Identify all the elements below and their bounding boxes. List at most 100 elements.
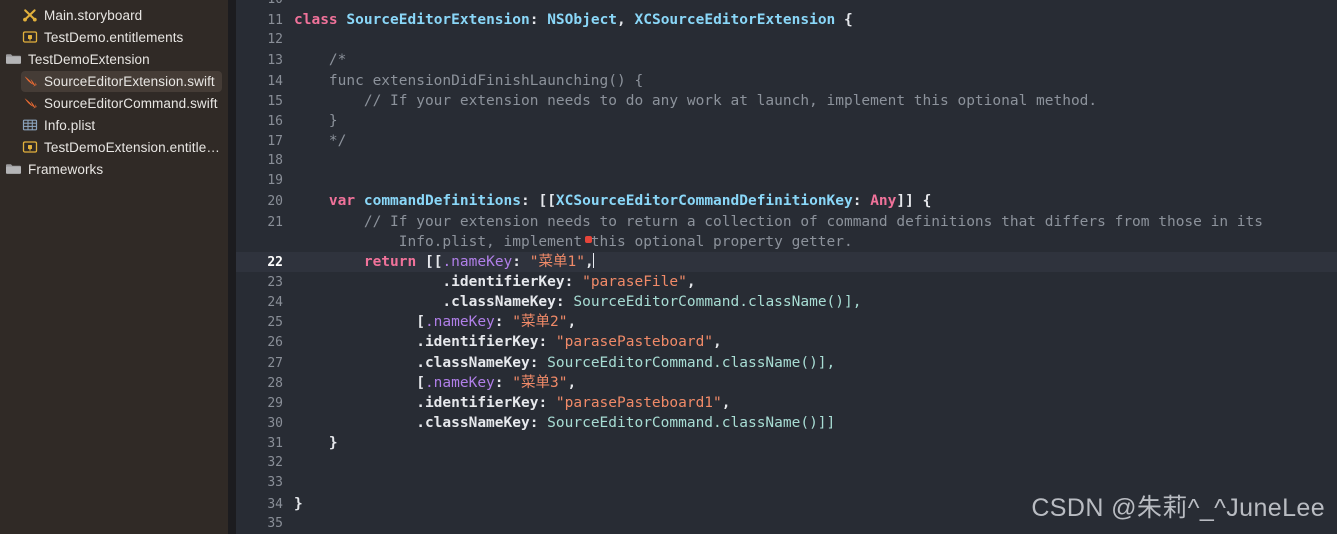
code-line[interactable]: 11 class SourceEditorExtension: NSObject,…: [236, 10, 1337, 30]
code-line[interactable]: 32: [236, 453, 1337, 473]
sidebar-item-frameworks[interactable]: Frameworks: [0, 158, 228, 180]
line-number[interactable]: 22: [236, 253, 292, 273]
line-number[interactable]: 15: [236, 92, 292, 112]
code-token: SourceEditorCommand: [547, 354, 714, 371]
source-editor[interactable]: 1011class SourceEditorExtension: NSObjec…: [236, 0, 1337, 534]
code-token: NSObject: [547, 12, 618, 29]
code-text[interactable]: .identifierKey: "parasePasteboard",: [292, 332, 1337, 352]
sidebar-item-testdemoextension[interactable]: TestDemoExtension: [0, 48, 228, 70]
sidebar-editor-divider[interactable]: [228, 0, 236, 534]
code-text[interactable]: /*: [292, 50, 1337, 70]
code-token: ,: [721, 394, 731, 411]
code-line[interactable]: 10: [236, 0, 1337, 10]
code-line[interactable]: 31 }: [236, 433, 1337, 453]
sidebar-item-sourceeditorextension-swift[interactable]: SourceEditorExtension.swift: [0, 70, 228, 92]
code-line[interactable]: 23 .identifierKey: "paraseFile",: [236, 272, 1337, 292]
code-token: ,: [567, 374, 577, 391]
code-token: :: [512, 253, 530, 270]
code-token: .className()]]: [713, 414, 836, 431]
line-number[interactable]: 11: [236, 11, 292, 31]
code-text[interactable]: .identifierKey: "paraseFile",: [292, 272, 1337, 292]
line-number[interactable]: 29: [236, 394, 292, 414]
line-number[interactable]: 26: [236, 333, 292, 353]
line-number[interactable]: 14: [236, 72, 292, 92]
code-text[interactable]: Info.plist, implement this optional prop…: [292, 232, 1337, 252]
code-line[interactable]: 18: [236, 151, 1337, 171]
project-navigator[interactable]: Main.storyboard TestDemo.entitlements Test…: [0, 0, 228, 534]
code-text[interactable]: }: [292, 433, 1337, 453]
line-number[interactable]: 20: [236, 192, 292, 212]
code-text[interactable]: func extensionDidFinishLaunching() {: [292, 71, 1337, 91]
code-token: ,: [617, 12, 635, 29]
code-text[interactable]: .classNameKey: SourceEditorCommand.class…: [292, 353, 1337, 373]
code-token: "paraseFile": [582, 273, 687, 290]
code-text[interactable]: .identifierKey: "parasePasteboard1",: [292, 393, 1337, 413]
code-line[interactable]: 25 [.nameKey: "菜单2",: [236, 312, 1337, 332]
line-number[interactable]: 34: [236, 495, 292, 515]
text-cursor: [592, 252, 594, 268]
code-text[interactable]: var commandDefinitions: [[XCSourceEditor…: [292, 191, 1337, 211]
code-token: "菜单3": [512, 374, 568, 391]
line-number[interactable]: 28: [236, 374, 292, 394]
sidebar-item-content: TestDemoExtension: [5, 49, 222, 70]
line-number[interactable]: 23: [236, 273, 292, 293]
code-line[interactable]: 21 // If your extension needs to return …: [236, 212, 1337, 232]
code-line[interactable]: 24 .classNameKey: SourceEditorCommand.cl…: [236, 292, 1337, 312]
line-number[interactable]: 17: [236, 132, 292, 152]
code-line[interactable]: 16 }: [236, 111, 1337, 131]
error-marker-icon[interactable]: [585, 236, 592, 243]
code-token: .className()],: [713, 354, 836, 371]
code-token: .nameKey: [424, 314, 495, 331]
line-number[interactable]: 24: [236, 293, 292, 313]
code-text[interactable]: return [[.nameKey: "菜单1",: [292, 252, 1337, 272]
line-number[interactable]: 30: [236, 414, 292, 434]
sidebar-item-info-plist[interactable]: Info.plist: [0, 114, 228, 136]
code-lines[interactable]: 1011class SourceEditorExtension: NSObjec…: [236, 0, 1337, 534]
code-text[interactable]: }: [292, 111, 1337, 131]
line-number[interactable]: 13: [236, 51, 292, 71]
code-line[interactable]: 22 return [[.nameKey: "菜单1",: [236, 251, 1337, 273]
code-line[interactable]: 14 func extensionDidFinishLaunching() {: [236, 71, 1337, 91]
code-text[interactable]: [.nameKey: "菜单2",: [292, 312, 1337, 332]
code-token: var: [328, 193, 356, 210]
code-line[interactable]: 29 .identifierKey: "parasePasteboard1",: [236, 393, 1337, 413]
line-number[interactable]: 25: [236, 313, 292, 333]
line-number[interactable]: 18: [236, 151, 292, 171]
code-line[interactable]: 28 [.nameKey: "菜单3",: [236, 373, 1337, 393]
code-line[interactable]: 19: [236, 171, 1337, 191]
sidebar-item-testdemo-entitlements[interactable]: TestDemo.entitlements: [0, 26, 228, 48]
code-text[interactable]: .classNameKey: SourceEditorCommand.class…: [292, 413, 1337, 433]
code-line[interactable]: 13 /*: [236, 50, 1337, 70]
code-token: ,: [686, 273, 696, 290]
line-number[interactable]: 33: [236, 473, 292, 493]
code-line[interactable]: 30 .classNameKey: SourceEditorCommand.cl…: [236, 413, 1337, 433]
line-number[interactable]: 19: [236, 171, 292, 191]
line-number[interactable]: 10: [236, 0, 292, 10]
line-number[interactable]: 32: [236, 453, 292, 473]
code-line[interactable]: 15 // If your extension needs to do any …: [236, 91, 1337, 111]
sidebar-item-testdemoextension-entitle[interactable]: TestDemoExtension.entitle…: [0, 136, 228, 158]
line-number[interactable]: 21: [236, 213, 292, 233]
code-line[interactable]: Info.plist, implement this optional prop…: [236, 232, 1337, 252]
code-line[interactable]: 17 */: [236, 131, 1337, 151]
code-text[interactable]: class SourceEditorExtension: NSObject, X…: [292, 10, 1337, 30]
code-token: Info.plist, implement this optional prop…: [294, 233, 853, 250]
code-text[interactable]: */: [292, 131, 1337, 151]
code-text[interactable]: // If your extension needs to do any wor…: [292, 91, 1337, 111]
code-token: ,: [713, 334, 722, 351]
code-text[interactable]: [.nameKey: "菜单3",: [292, 373, 1337, 393]
code-line[interactable]: 20 var commandDefinitions: [[XCSourceEdi…: [236, 191, 1337, 211]
line-number[interactable]: 35: [236, 514, 292, 534]
code-text[interactable]: .classNameKey: SourceEditorCommand.class…: [292, 292, 1337, 312]
code-text[interactable]: // If your extension needs to return a c…: [292, 212, 1337, 232]
code-line[interactable]: 26 .identifierKey: "parasePasteboard",: [236, 332, 1337, 352]
code-token: :: [529, 12, 548, 29]
line-number[interactable]: 16: [236, 112, 292, 132]
line-number[interactable]: 12: [236, 30, 292, 50]
code-line[interactable]: 27 .classNameKey: SourceEditorCommand.cl…: [236, 353, 1337, 373]
line-number[interactable]: 31: [236, 434, 292, 454]
sidebar-item-main-storyboard[interactable]: Main.storyboard: [0, 4, 228, 26]
sidebar-item-sourceeditorcommand-swift[interactable]: SourceEditorCommand.swift: [0, 92, 228, 114]
code-line[interactable]: 12: [236, 30, 1337, 50]
line-number[interactable]: 27: [236, 354, 292, 374]
